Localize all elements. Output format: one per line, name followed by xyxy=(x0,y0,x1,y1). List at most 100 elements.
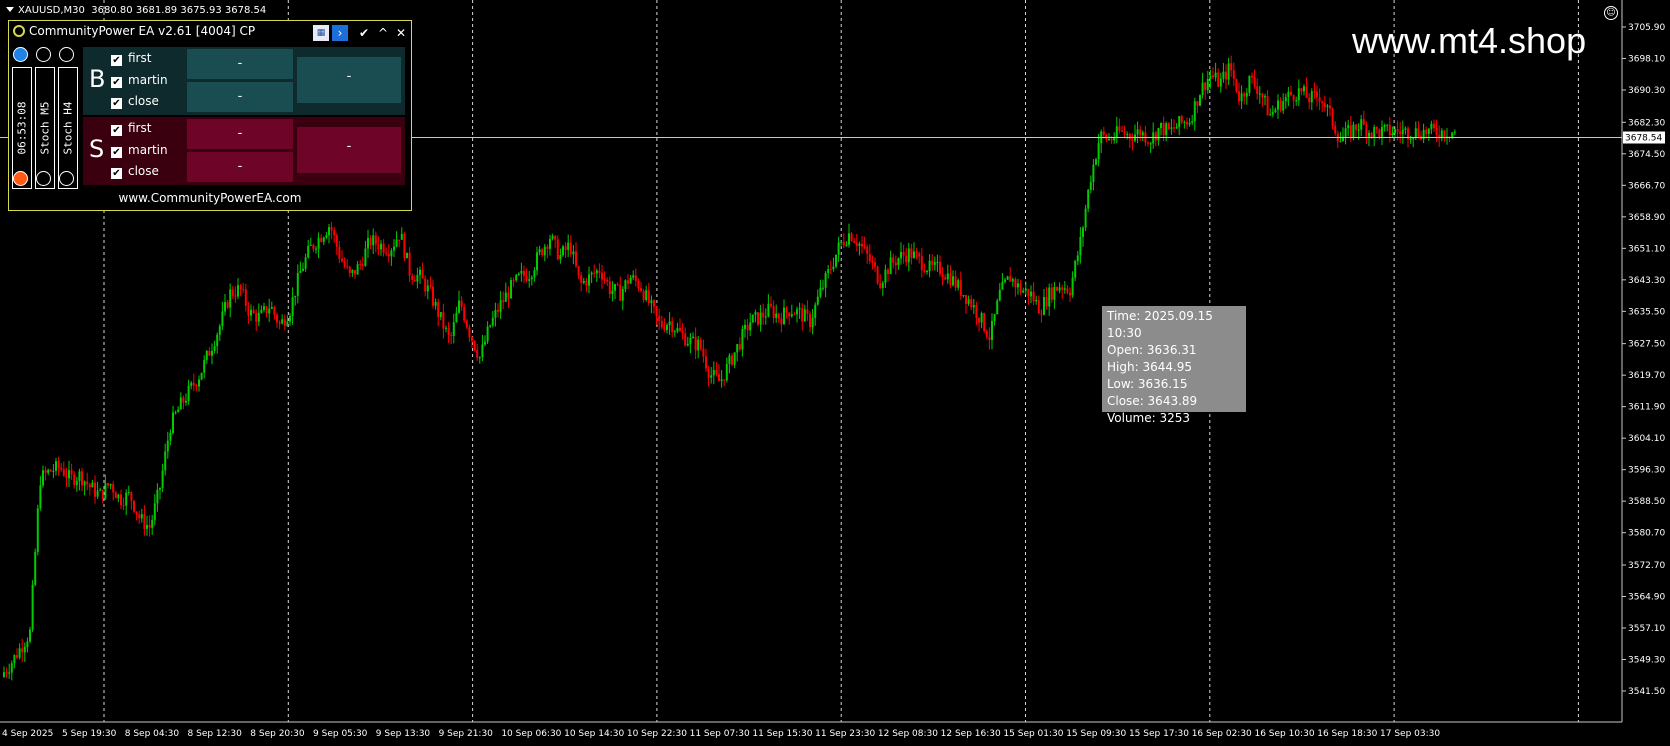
checkbox-checked-icon[interactable]: ✔ xyxy=(111,125,122,136)
status-circle-6[interactable] xyxy=(59,171,74,186)
checkmark-icon[interactable]: ✔ xyxy=(356,25,372,41)
candle-body xyxy=(367,237,369,249)
candle-body xyxy=(715,369,718,375)
candle-body xyxy=(590,272,593,275)
buy-first-value[interactable]: - xyxy=(187,49,293,79)
candle-body xyxy=(679,327,681,332)
candle-body xyxy=(811,317,814,328)
checkbox-checked-icon[interactable]: ✔ xyxy=(111,168,122,179)
candle-body xyxy=(569,242,572,255)
candle-body xyxy=(413,280,416,282)
candle-body xyxy=(1427,128,1430,135)
sell-total-button[interactable]: - xyxy=(297,127,401,173)
candle-body xyxy=(543,246,546,256)
candle-body xyxy=(1074,261,1077,278)
candle-body xyxy=(611,290,614,295)
candle-body xyxy=(567,242,570,250)
candle-body xyxy=(962,295,965,297)
status-circle-2[interactable] xyxy=(36,47,51,62)
candle-body xyxy=(1056,287,1058,291)
candle-body xyxy=(1030,291,1032,297)
buy-close-checkbox[interactable]: ✔ close xyxy=(111,94,159,109)
candle-body xyxy=(213,346,216,351)
checkbox-checked-icon[interactable]: ✔ xyxy=(111,55,122,66)
status-circle-5[interactable] xyxy=(36,171,51,186)
candle-body xyxy=(458,300,460,313)
candle-body xyxy=(1170,127,1173,129)
candle-body xyxy=(510,280,512,299)
candle-body xyxy=(1102,131,1105,135)
candle-body xyxy=(1248,75,1251,93)
candle-body xyxy=(684,333,687,346)
candle-body xyxy=(554,235,557,240)
candle-body xyxy=(1230,63,1233,71)
sell-first-value[interactable]: - xyxy=(187,119,293,149)
time-label: 9 Sep 21:30 xyxy=(439,729,494,739)
tooltip-open: Open: 3636.31 xyxy=(1107,343,1197,357)
candle-body xyxy=(23,646,26,653)
price-label: 3564.90 xyxy=(1628,592,1665,602)
chevron-right-icon[interactable]: › xyxy=(332,25,348,41)
candle-body xyxy=(749,322,752,331)
close-icon[interactable]: ✕ xyxy=(393,25,409,41)
candle-body xyxy=(1344,128,1347,137)
ea-footer-link[interactable]: www.CommunityPowerEA.com xyxy=(9,191,411,205)
buy-first-checkbox[interactable]: ✔ first xyxy=(111,51,151,66)
ea-title-bar[interactable]: CommunityPower EA v2.61 [4004] CP xyxy=(13,24,255,38)
buy-martin-checkbox[interactable]: ✔ martin xyxy=(111,73,168,88)
candle-body xyxy=(972,305,975,308)
candle-body xyxy=(62,469,65,476)
candle-body xyxy=(549,238,551,249)
candle-body xyxy=(486,326,489,342)
candle-body xyxy=(21,648,24,653)
buy-total-button[interactable]: - xyxy=(297,57,401,103)
candle-body xyxy=(803,309,806,322)
checkbox-checked-icon[interactable]: ✔ xyxy=(111,77,122,88)
candle-body xyxy=(291,297,294,316)
ea-panel[interactable]: CommunityPower EA v2.61 [4004] CP ▦ › ✔ … xyxy=(8,20,412,211)
candle-body xyxy=(101,489,104,499)
expert-smiley-icon[interactable]: ☺ xyxy=(1604,6,1618,20)
chevron-up-icon[interactable]: ^ xyxy=(375,25,391,41)
sell-first-checkbox[interactable]: ✔ first xyxy=(111,121,151,136)
candle-body xyxy=(1339,141,1342,143)
candle-body xyxy=(1126,134,1129,136)
candle-body xyxy=(94,482,96,497)
candle-body xyxy=(172,412,174,433)
candle-body xyxy=(432,286,434,306)
candle-body xyxy=(1209,75,1212,79)
candle-body xyxy=(351,269,354,273)
candle-body xyxy=(1011,279,1014,282)
candle-body xyxy=(1066,288,1069,293)
status-circle-1[interactable] xyxy=(13,47,28,62)
candle-body xyxy=(666,325,668,331)
status-circle-4[interactable] xyxy=(13,171,28,186)
candle-body xyxy=(980,313,983,323)
candle-body xyxy=(1357,129,1360,131)
candle-body xyxy=(1076,255,1079,262)
current-price-label: 3678.54 xyxy=(1625,134,1662,144)
checkbox-checked-icon[interactable]: ✔ xyxy=(111,147,122,158)
calendar-icon[interactable]: ▦ xyxy=(313,25,329,41)
candle-body xyxy=(83,481,86,486)
buy-section: B ✔ first ✔ martin ✔ close - - - xyxy=(83,47,405,115)
candle-body xyxy=(944,277,947,280)
candle-body xyxy=(1277,100,1279,110)
candle-body xyxy=(1305,86,1308,98)
price-label: 3651.10 xyxy=(1628,244,1665,254)
sell-close-value[interactable]: - xyxy=(187,152,293,182)
dropdown-triangle-icon[interactable] xyxy=(6,7,14,12)
candle-body xyxy=(725,363,728,381)
sell-martin-checkbox[interactable]: ✔ martin xyxy=(111,143,168,158)
candle-body xyxy=(952,276,954,286)
checkbox-checked-icon[interactable]: ✔ xyxy=(111,98,122,109)
status-circle-3[interactable] xyxy=(59,47,74,62)
price-label: 3549.30 xyxy=(1628,655,1665,665)
buy-close-value[interactable]: - xyxy=(187,82,293,112)
candle-body xyxy=(117,494,120,499)
sell-close-checkbox[interactable]: ✔ close xyxy=(111,164,159,179)
candle-body xyxy=(975,305,978,318)
candle-body xyxy=(562,246,564,256)
candle-body xyxy=(484,341,486,345)
candle-body xyxy=(229,289,232,308)
